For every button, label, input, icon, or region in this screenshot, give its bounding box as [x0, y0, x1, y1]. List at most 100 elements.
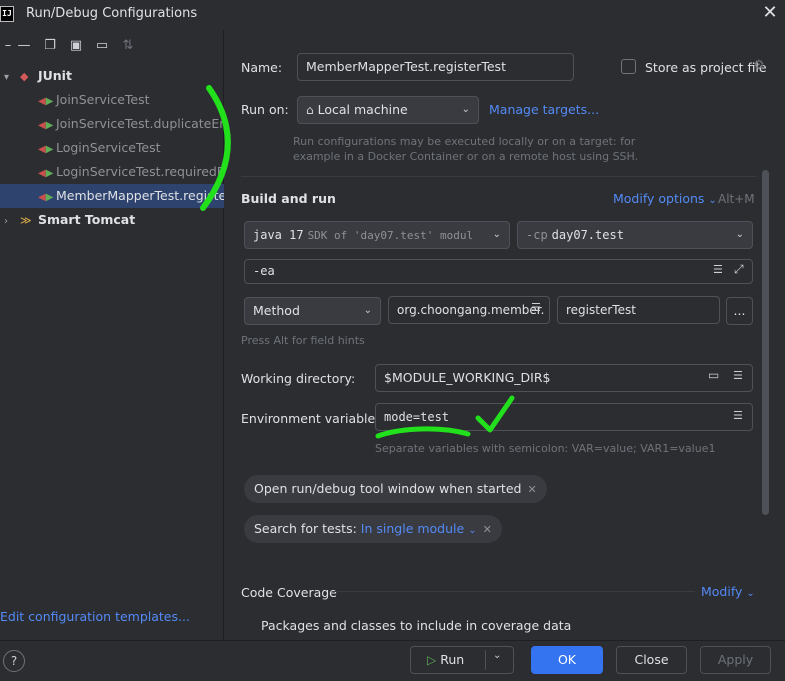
name-label: Name: [241, 60, 283, 75]
chip-search-for-tests[interactable]: Search for tests: In single module ⌄ ✕ [244, 515, 502, 543]
chip-label: Open run/debug tool window when started [254, 481, 522, 496]
method-field[interactable]: registerTest [557, 296, 720, 324]
tree-item-label: MemberMapperTest.registerTest [55, 188, 224, 203]
folder-add-icon[interactable]: ▭ [94, 38, 110, 54]
tree-group-junit[interactable]: ▾ ◆ JUnit [0, 64, 224, 88]
code-coverage-heading: Code Coverage [241, 585, 337, 600]
minus-icon[interactable]: – [0, 38, 16, 54]
remove-icon[interactable]: — [16, 38, 32, 54]
tree-group-smart-tomcat[interactable]: › ≫ Smart Tomcat [0, 208, 224, 232]
fullscreen-icon[interactable]: ⤢ [734, 262, 744, 277]
tree-item-selected[interactable]: ◀▶ MemberMapperTest.registerTest [0, 184, 224, 208]
more-button[interactable]: ... [726, 297, 753, 325]
edit-configuration-templates-link[interactable]: Edit configuration templates... [0, 609, 190, 624]
jdk-detail: SDK of 'day07.test' modul [307, 229, 474, 242]
test-config-icon: ◀▶ [38, 192, 54, 203]
chevron-down-icon: ⌄ [363, 305, 372, 316]
chevron-right-icon: › [4, 216, 8, 227]
sort-icon[interactable]: ⇅ [120, 38, 136, 54]
ok-button[interactable]: OK [531, 646, 603, 674]
close-button[interactable]: Close [616, 646, 687, 674]
tomcat-icon: ≫ [19, 214, 32, 227]
scrollbar[interactable] [762, 170, 769, 515]
build-and-run-heading: Build and run [241, 191, 336, 206]
macro-icon[interactable]: ☰ [733, 369, 743, 382]
tree-group-label: JUnit [37, 68, 72, 83]
manage-targets-link[interactable]: Manage targets... [489, 102, 599, 117]
modify-options-label: Modify options [613, 191, 705, 206]
coverage-packages-label: Packages and classes to include in cover… [261, 618, 572, 633]
modify-options-link[interactable]: Modify options ⌄ [613, 191, 717, 206]
chip-label: Search for tests: [254, 521, 357, 536]
tree-item[interactable]: ◀▶ JoinServiceTest.duplicateEmailT [0, 112, 224, 136]
home-icon: ⌂ [306, 103, 314, 117]
separator [241, 176, 756, 177]
copy-icon[interactable]: ❐ [42, 38, 58, 54]
junit-icon: ◆ [19, 70, 29, 83]
run-label: Run [440, 652, 465, 667]
store-as-project-file-label: Store as project file [645, 60, 767, 75]
help-button[interactable]: ? [3, 650, 25, 672]
tree-item-label: JoinServiceTest [55, 92, 150, 107]
test-config-icon: ◀▶ [38, 168, 54, 179]
class-browse-icon[interactable]: ☰ [531, 301, 541, 314]
jdk-dropdown[interactable]: java 17 SDK of 'day07.test' modul ⌄ [244, 221, 510, 249]
environment-variables-field[interactable]: mode=test [375, 403, 753, 431]
close-window-icon[interactable]: ✕ [760, 3, 780, 23]
tree-item[interactable]: ◀▶ JoinServiceTest [0, 88, 224, 112]
apply-button[interactable]: Apply [700, 646, 771, 674]
field-hint: Press Alt for field hints [241, 334, 365, 347]
environment-variables-hint: Separate variables with semicolon: VAR=v… [375, 442, 716, 455]
tree-item[interactable]: ◀▶ LoginServiceTest [0, 136, 224, 160]
chevron-down-icon: ⌄ [468, 525, 477, 536]
modify-coverage-link[interactable]: Modify ⌄ [701, 584, 755, 599]
gear-icon[interactable]: ⚙ [753, 58, 765, 73]
intellij-logo-icon: IJ [0, 6, 14, 22]
modify-label: Modify [701, 584, 743, 599]
tree-item-label: LoginServiceTest [55, 140, 161, 155]
remove-chip-icon[interactable]: ✕ [527, 483, 536, 496]
chevron-down-icon: ⌄ [492, 229, 501, 240]
chip-open-tool-window[interactable]: Open run/debug tool window when started ✕ [244, 475, 547, 503]
save-icon[interactable]: ▣ [68, 38, 84, 54]
chevron-down-icon: ⌄ [708, 195, 717, 206]
modify-options-shortcut: Alt+M [718, 192, 755, 206]
expand-text-icon[interactable]: ☰ [713, 263, 723, 276]
chevron-down-icon: ⌄ [735, 229, 744, 240]
run-on-hint: example in a Docker Container or on a re… [293, 150, 639, 163]
test-config-icon: ◀▶ [38, 96, 54, 107]
class-field[interactable]: org.choongang.member. [388, 296, 550, 324]
working-directory-field[interactable]: $MODULE_WORKING_DIR$ [375, 364, 753, 392]
chevron-down-icon[interactable]: ⌄ [493, 650, 501, 661]
classpath-dropdown[interactable]: -cp day07.test ⌄ [517, 221, 753, 249]
separator [0, 640, 785, 641]
chevron-down-icon: ▾ [4, 72, 10, 83]
classpath-value: day07.test [551, 228, 624, 242]
test-kind-dropdown[interactable]: Method ⌄ [244, 297, 381, 325]
jdk-name: java 17 [253, 228, 304, 242]
folder-icon[interactable]: ▭ [708, 368, 719, 382]
test-config-icon: ◀▶ [38, 120, 54, 131]
chevron-down-icon: ⌄ [461, 104, 470, 115]
vm-options-field[interactable]: -ea [244, 259, 753, 284]
remove-chip-icon[interactable]: ✕ [483, 523, 492, 536]
run-on-dropdown[interactable]: ⌂ Local machine ⌄ [297, 96, 479, 124]
run-icon: ▷ [427, 653, 437, 667]
store-as-project-file-checkbox[interactable] [621, 59, 636, 74]
name-field[interactable]: MemberMapperTest.registerTest [297, 53, 574, 81]
working-directory-label: Working directory: [241, 371, 356, 386]
run-on-value: Local machine [317, 102, 408, 117]
chevron-down-icon: ⌄ [746, 588, 755, 599]
run-on-hint: Run configurations may be executed local… [293, 135, 636, 148]
run-on-label: Run on: [241, 102, 289, 117]
tree-item-label: LoginServiceTest.requiredFieldT [55, 164, 224, 179]
chip-search-value[interactable]: In single module [361, 521, 464, 536]
edit-env-icon[interactable]: ☰ [733, 409, 743, 422]
separator [333, 591, 695, 592]
tree-item[interactable]: ◀▶ LoginServiceTest.requiredFieldT [0, 160, 224, 184]
tree-item-label: JoinServiceTest.duplicateEmailT [55, 116, 224, 131]
tree-group-label: Smart Tomcat [37, 212, 136, 227]
classpath-prefix: -cp [526, 228, 548, 242]
split-divider [485, 650, 486, 670]
test-kind-value: Method [253, 303, 300, 318]
